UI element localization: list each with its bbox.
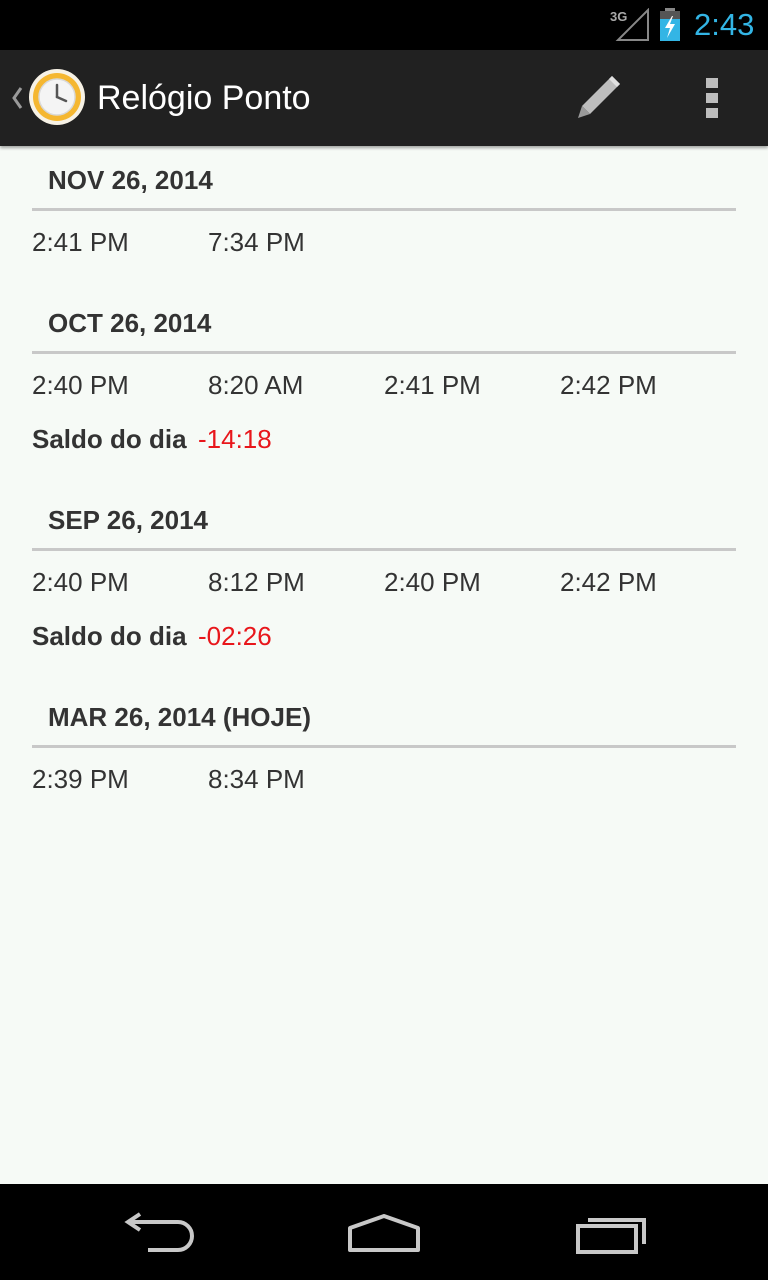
- status-bar: 3G 2:43: [0, 0, 768, 50]
- time-entry[interactable]: 2:42 PM: [560, 368, 657, 402]
- saldo-value: -02:26: [198, 621, 272, 651]
- time-entry[interactable]: 2:41 PM: [384, 368, 481, 402]
- saldo-label: Saldo do dia: [32, 621, 187, 651]
- time-entry[interactable]: 2:40 PM: [32, 565, 129, 599]
- time-entry[interactable]: 8:20 AM: [208, 368, 303, 402]
- time-entry[interactable]: 2:41 PM: [32, 225, 129, 259]
- overflow-menu-icon[interactable]: [696, 72, 728, 124]
- status-clock: 2:43: [694, 7, 755, 42]
- divider: [32, 745, 736, 748]
- signal-3g-icon: 3G: [610, 8, 649, 41]
- time-entry[interactable]: 8:12 PM: [208, 565, 305, 599]
- action-bar: Relógio Ponto: [0, 50, 768, 146]
- pencil-icon[interactable]: [570, 72, 626, 124]
- saldo-label: Saldo do dia: [32, 424, 187, 454]
- network-label: 3G: [610, 9, 627, 24]
- clock-app-icon[interactable]: [28, 68, 86, 126]
- divider: [32, 351, 736, 354]
- time-entry[interactable]: 2:39 PM: [32, 762, 129, 796]
- divider: [32, 548, 736, 551]
- divider: [32, 208, 736, 211]
- saldo-value: -14:18: [198, 424, 272, 454]
- time-entry[interactable]: 2:40 PM: [384, 565, 481, 599]
- day-date: SEP 26, 2014: [48, 505, 208, 535]
- app-title: Relógio Ponto: [97, 79, 311, 117]
- day-date: NOV 26, 2014: [48, 165, 213, 195]
- battery-charging-icon: [660, 8, 680, 41]
- back-icon[interactable]: [120, 1208, 200, 1256]
- day-date: OCT 26, 2014: [48, 308, 212, 338]
- time-entry[interactable]: 2:42 PM: [560, 565, 657, 599]
- time-entry[interactable]: 8:34 PM: [208, 762, 305, 796]
- navigation-bar: [0, 1184, 768, 1280]
- home-icon[interactable]: [344, 1208, 424, 1256]
- time-entry[interactable]: 7:34 PM: [208, 225, 305, 259]
- day-date: MAR 26, 2014 (HOJE): [48, 702, 311, 732]
- recent-apps-icon[interactable]: [570, 1208, 650, 1256]
- time-entry[interactable]: 2:40 PM: [32, 368, 129, 402]
- up-caret-icon[interactable]: [6, 82, 26, 114]
